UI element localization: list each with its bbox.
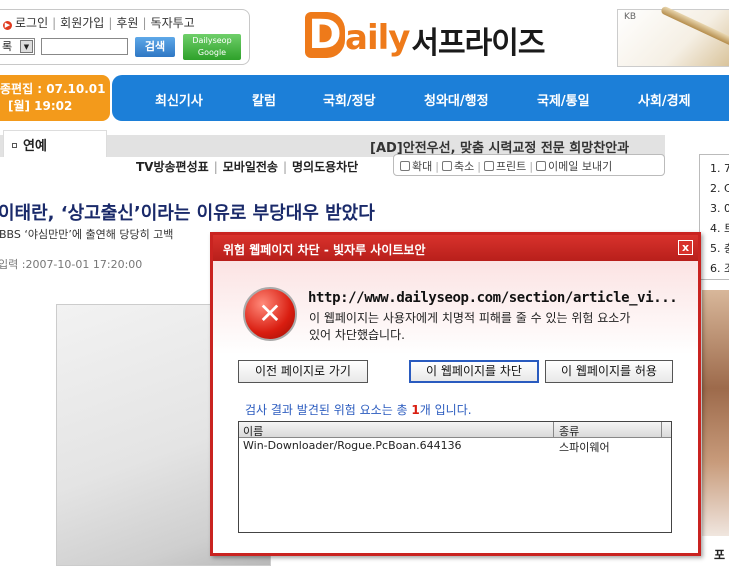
printer-icon	[483, 161, 494, 171]
edit-date-tab: 종편집 : 07.10.01 [월] 19:02	[0, 75, 110, 121]
main-nav: 최신기사 칼럼 국회/정당 청와대/행정 국제/통일 사회/경제	[112, 75, 729, 121]
sidebar-photo-caption: 포	[714, 548, 726, 562]
table-row[interactable]: Win-Downloader/Rogue.PcBoan.644136 스파이웨어	[239, 438, 671, 454]
sidebar-photo[interactable]	[702, 290, 729, 536]
nav-bluehouse[interactable]: 청와대/행정	[424, 90, 489, 109]
article-tools: 확대 | 축소 | 프린트 | 이메일 보내기	[393, 154, 665, 176]
square-icon	[12, 143, 17, 148]
nav-column[interactable]: 칼럼	[252, 90, 276, 109]
tool-links: TV방송편성표 | 모바일전송 | 명의도용차단	[136, 160, 359, 174]
block-page-button[interactable]: 이 웹페이지를 차단	[409, 360, 539, 383]
identity-theft-link[interactable]: 명의도용차단	[292, 160, 358, 174]
signup-link[interactable]: 회원가입	[60, 16, 104, 30]
edit-time: [월] 19:02	[8, 99, 73, 113]
article-title: 이태란, ‘상고출신’이라는 이유로 부당대우 받았다	[0, 203, 375, 224]
table-header: 이름 종류	[239, 422, 671, 438]
ranking-list: 1. 7 2. C 3. 0 4. 트 5. 충 6. 조	[699, 154, 729, 280]
zoom-in-icon	[400, 161, 410, 171]
login-link[interactable]: 로그인	[15, 16, 48, 30]
search-input[interactable]	[41, 38, 128, 55]
blocked-page-dialog: 위험 웹페이지 차단 - 빛자루 사이트보안 x ✕ http://www.da…	[210, 232, 701, 556]
column-header-name[interactable]: 이름	[243, 423, 263, 439]
search-scope-select[interactable]: 록 ▼	[0, 38, 35, 55]
site-logo[interactable]: Daily서프라이즈	[305, 12, 545, 62]
article-date: 입력 :2007-10-01 17:20:00	[0, 258, 143, 271]
threat-name: Win-Downloader/Rogue.PcBoan.644136	[243, 439, 462, 452]
zoom-out-icon	[441, 161, 452, 171]
go-back-button[interactable]: 이전 페이지로 가기	[238, 360, 368, 383]
reader-submit-link[interactable]: 독자투고	[151, 16, 195, 30]
list-item[interactable]: 6. 조	[710, 259, 729, 279]
allow-page-button[interactable]: 이 웹페이지를 허용	[545, 360, 673, 383]
list-item[interactable]: 3. 0	[710, 199, 729, 219]
dialog-titlebar[interactable]: 위험 웹페이지 차단 - 빛자루 사이트보안 x	[213, 235, 698, 261]
logo-latin: aily	[345, 18, 410, 58]
logo-initial: D	[305, 12, 345, 58]
nav-society[interactable]: 사회/경제	[638, 90, 691, 109]
threat-count: 1	[411, 403, 420, 417]
google-search-button[interactable]: Dailyseop Google	[183, 34, 241, 60]
login-box: ▶ 로그인 | 회원가입 | 후원 | 독자투고 록 ▼ 검색 Dailyseop Googl…	[0, 9, 250, 65]
scan-result: 검사 결과 발견된 위험 요소는 총 1개 입니다.	[245, 403, 472, 417]
banner-ad[interactable]: KB	[617, 5, 729, 67]
logo-korean: 서프라이즈	[411, 26, 545, 61]
nav-international[interactable]: 국제/통일	[537, 90, 590, 109]
nav-latest[interactable]: 최신기사	[155, 90, 203, 109]
column-header-type[interactable]: 종류	[559, 423, 579, 439]
section-tab-entertainment[interactable]: 연예	[3, 130, 107, 157]
envelope-icon	[536, 161, 547, 171]
print-button[interactable]: 프린트	[483, 160, 526, 173]
column-divider[interactable]	[553, 422, 554, 437]
dialog-title: 위험 웹페이지 차단 - 빛자루 사이트보안	[223, 243, 426, 257]
ad-brand: KB	[624, 12, 637, 22]
tv-schedule-link[interactable]: TV방송편성표	[136, 160, 209, 174]
blocked-url: http://www.dailyseop.com/section/article…	[308, 290, 678, 306]
threat-type: 스파이웨어	[559, 441, 610, 454]
edit-date: 종편집 : 07.10.01	[0, 82, 106, 96]
column-end	[661, 422, 671, 437]
donate-link[interactable]: 후원	[116, 16, 138, 30]
arrow-icon: ▶	[3, 21, 12, 30]
close-icon[interactable]: x	[678, 240, 693, 255]
block-message: 이 웹페이지는 사용자에게 치명적 피해를 줄 수 있는 위험 요소가 있어 차…	[309, 311, 631, 342]
list-item[interactable]: 2. C	[710, 179, 729, 199]
error-x-icon: ✕	[243, 287, 297, 341]
search-button[interactable]: 검색	[135, 37, 175, 57]
chevron-down-icon: ▼	[20, 40, 33, 53]
zoom-out-button[interactable]: 축소	[441, 160, 474, 173]
list-item[interactable]: 4. 트	[710, 219, 729, 239]
zoom-in-button[interactable]: 확대	[400, 160, 432, 173]
dialog-body: ✕ http://www.dailyseop.com/section/artic…	[213, 261, 698, 553]
email-button[interactable]: 이메일 보내기	[536, 160, 612, 173]
pen-icon	[660, 5, 729, 47]
nav-assembly[interactable]: 국회/정당	[323, 90, 376, 109]
list-item[interactable]: 1. 7	[710, 159, 729, 179]
article-subtitle: BBS ‘야심만만’에 출연해 당당히 고백	[0, 228, 174, 241]
login-links: ▶ 로그인 | 회원가입 | 후원 | 독자투고	[3, 16, 195, 30]
threat-table: 이름 종류 Win-Downloader/Rogue.PcBoan.644136…	[238, 421, 672, 533]
mobile-send-link[interactable]: 모바일전송	[223, 160, 278, 174]
list-item[interactable]: 5. 충	[710, 239, 729, 259]
